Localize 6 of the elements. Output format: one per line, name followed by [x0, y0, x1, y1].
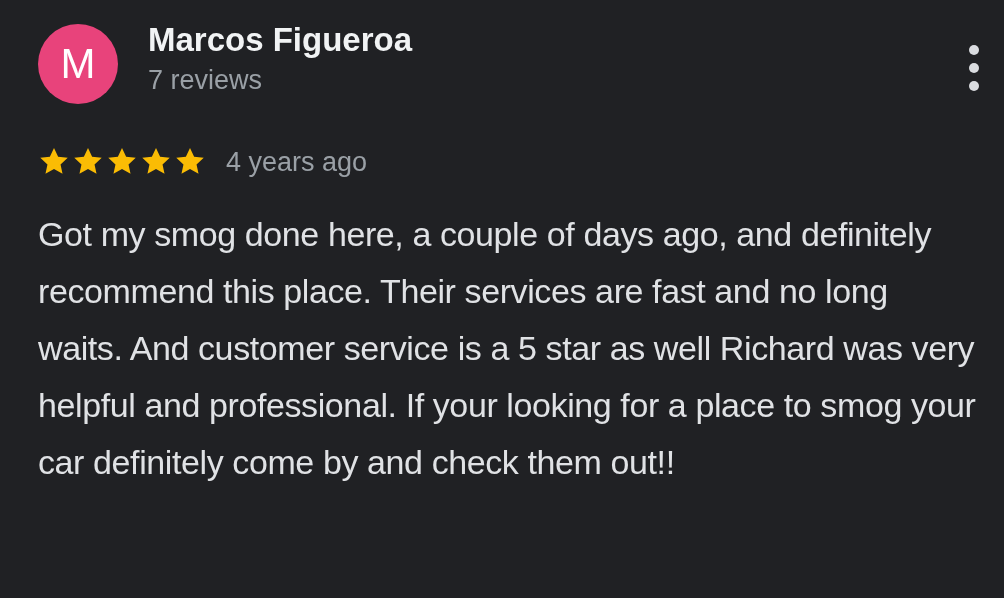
- more-options-icon[interactable]: [968, 44, 980, 92]
- review-time: 4 years ago: [226, 146, 368, 178]
- review-text: Got my smog done here, a couple of days ago, and definitely recommend this place. Their services are fast and no long waits. And customer service is a 5 star as well Richard was very helpful and professional. If your looking for a place to smog your car definitely come by and check them out!!: [38, 214, 977, 483]
- avatar: M: [38, 24, 118, 104]
- reviewer-name: Marcos Figueroa: [148, 20, 414, 60]
- review-count: 7 reviews: [148, 64, 264, 97]
